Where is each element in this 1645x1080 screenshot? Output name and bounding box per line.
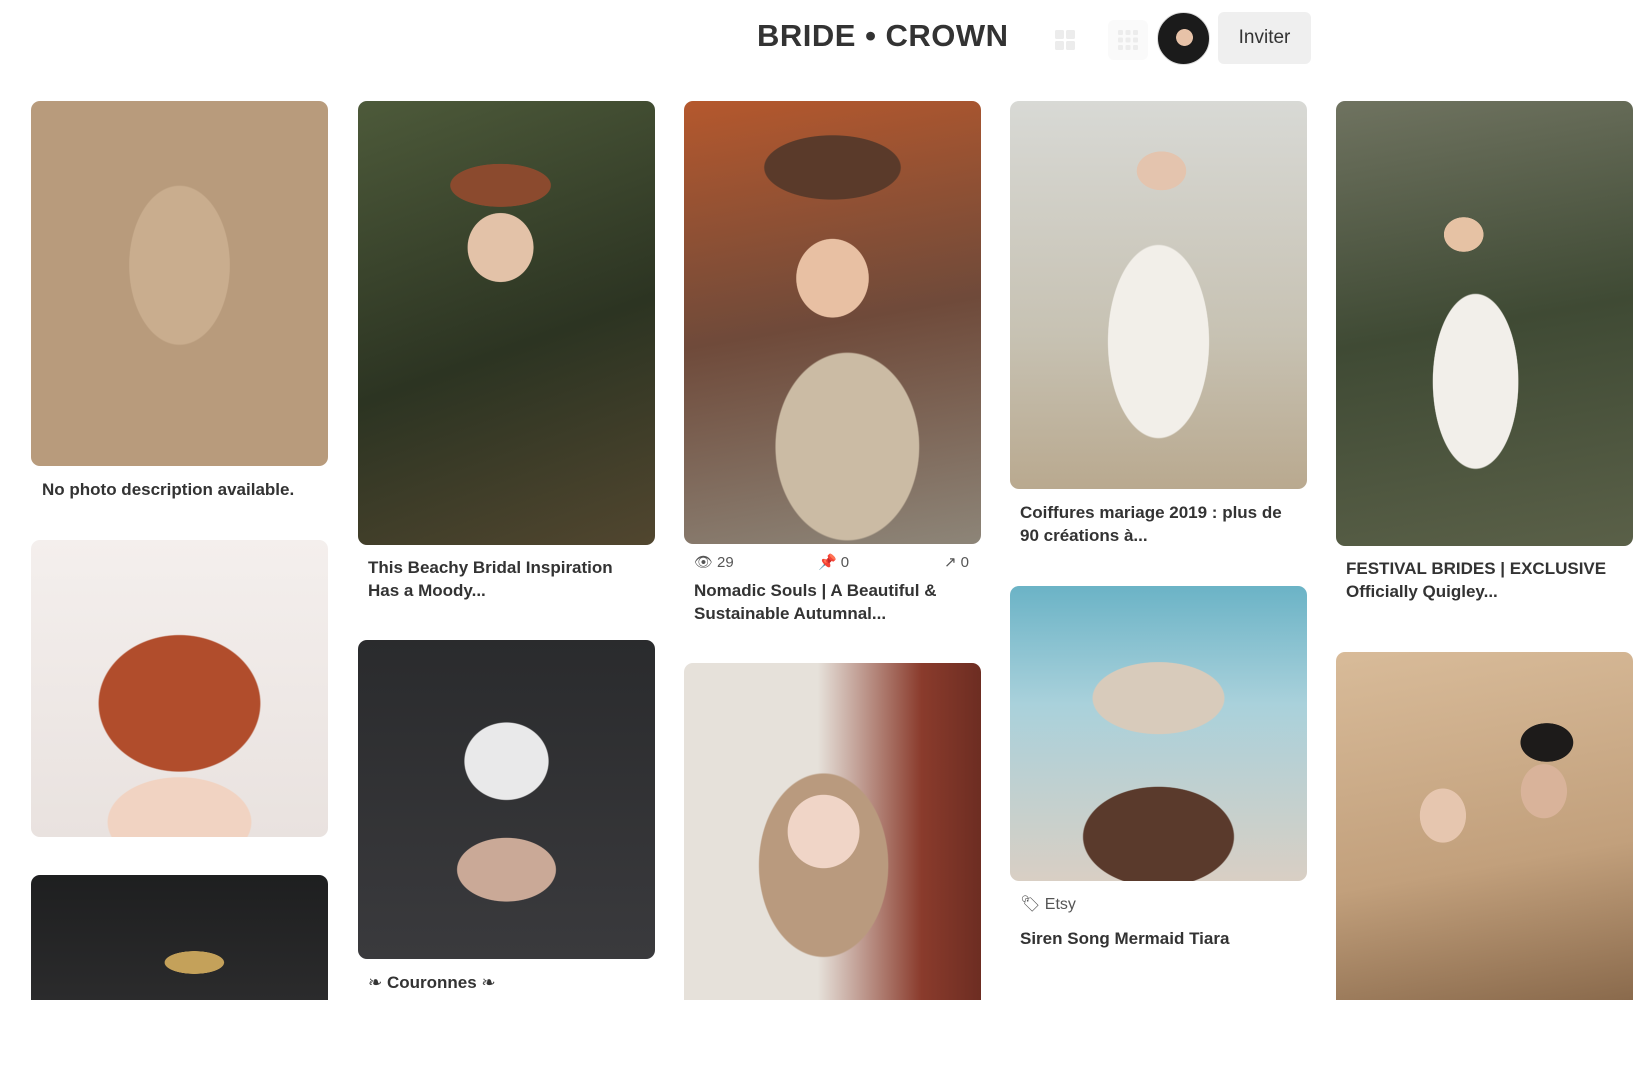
pin-title-hat[interactable]: No photo description available.: [42, 478, 312, 501]
tag-icon: 🏷: [1020, 896, 1041, 913]
pin-title-coiffure[interactable]: Coiffures mariage 2019 : plus de 90 créa…: [1020, 501, 1290, 547]
pin-icon: 📌: [818, 554, 837, 571]
view-count: 👁 29: [694, 554, 734, 571]
pin-image-hat[interactable]: [31, 101, 328, 466]
share-count: ↗ 0: [944, 554, 969, 571]
pin-stats: 👁 29 📌 0 ↗ 0: [694, 553, 974, 573]
pin-image-mermaid[interactable]: [1010, 586, 1307, 881]
pin-image-coiffure[interactable]: [1010, 101, 1307, 489]
pin-title-festival[interactable]: FESTIVAL BRIDES | EXCLUSIVE Officially Q…: [1346, 557, 1616, 603]
pin-image-dark[interactable]: [31, 875, 328, 1000]
pin-image-beachy[interactable]: [358, 101, 655, 545]
pin-image-festival[interactable]: [1336, 101, 1633, 546]
save-count: 📌 0: [818, 554, 850, 571]
pin-title-nomadic[interactable]: Nomadic Souls | A Beautiful & Sustainabl…: [694, 579, 964, 625]
pin-image-couple[interactable]: [1336, 652, 1633, 1000]
share-arrow-icon: ↗: [944, 554, 957, 571]
pin-image-redhair[interactable]: [31, 540, 328, 837]
pin-source[interactable]: 🏷 Etsy: [1020, 894, 1076, 914]
eye-icon: 👁: [694, 554, 714, 571]
pin-title-crystal[interactable]: ❧ Couronnes ❧: [368, 971, 638, 994]
pin-title-beachy[interactable]: This Beachy Bridal Inspiration Has a Moo…: [368, 556, 638, 602]
pin-grid: No photo description available. This Bea…: [0, 0, 1645, 1000]
pin-image-crystal[interactable]: [358, 640, 655, 959]
pin-image-nomadic[interactable]: [684, 101, 981, 544]
pin-title-mermaid[interactable]: Siren Song Mermaid Tiara: [1020, 927, 1290, 950]
pin-image-blonde[interactable]: [684, 663, 981, 1000]
